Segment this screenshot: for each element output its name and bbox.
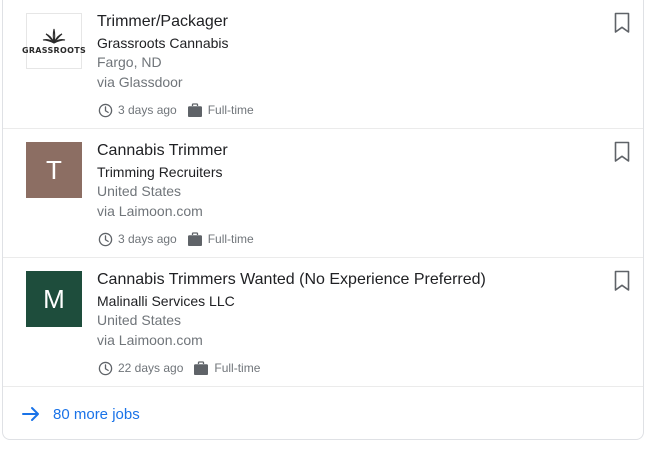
more-jobs-link[interactable]: 80 more jobs <box>3 388 643 440</box>
arrow-right-icon <box>21 404 41 424</box>
posted-time: 3 days ago <box>118 103 177 117</box>
job-source: via Laimoon.com <box>97 332 203 348</box>
job-type: Full-time <box>207 103 254 117</box>
logo-text: GRASSROOTS <box>21 45 87 55</box>
jobs-card: GRASSROOTS Trimmer/Packager Grassroots C… <box>2 0 644 440</box>
clock-icon <box>97 231 113 247</box>
briefcase-icon <box>193 360 209 376</box>
briefcase-icon <box>187 102 203 118</box>
job-title[interactable]: Cannabis Trimmers Wanted (No Experience … <box>97 271 486 289</box>
company-name: Grassroots Cannabis <box>97 35 229 51</box>
job-listing[interactable]: M Cannabis Trimmers Wanted (No Experienc… <box>3 258 643 387</box>
job-listing[interactable]: GRASSROOTS Trimmer/Packager Grassroots C… <box>3 0 643 129</box>
job-meta: 3 days ago Full-time <box>97 101 254 119</box>
logo-letter: M <box>43 283 65 314</box>
logo-letter: T <box>46 154 62 185</box>
posted-time: 22 days ago <box>118 361 184 375</box>
clock-icon <box>97 360 113 376</box>
job-type: Full-time <box>214 361 261 375</box>
company-name: Malinalli Services LLC <box>97 293 235 309</box>
job-meta: 22 days ago Full-time <box>97 359 260 377</box>
cannabis-leaf-icon <box>42 28 66 43</box>
briefcase-icon <box>187 231 203 247</box>
job-source: via Laimoon.com <box>97 203 203 219</box>
job-location: United States <box>97 312 182 328</box>
bookmark-icon[interactable] <box>613 12 631 34</box>
job-listing[interactable]: T Cannabis Trimmer Trimming Recruiters U… <box>3 129 643 258</box>
job-location: United States <box>97 183 182 199</box>
bookmark-icon[interactable] <box>613 141 631 163</box>
company-logo: GRASSROOTS <box>22 13 86 69</box>
posted-time: 3 days ago <box>118 232 177 246</box>
job-location: Fargo, ND <box>97 54 162 70</box>
job-meta: 3 days ago Full-time <box>97 230 254 248</box>
company-logo: T <box>26 142 82 198</box>
company-name: Trimming Recruiters <box>97 164 223 180</box>
more-jobs-label[interactable]: 80 more jobs <box>53 406 140 423</box>
clock-icon <box>97 102 113 118</box>
job-title[interactable]: Trimmer/Packager <box>97 13 228 31</box>
bookmark-icon[interactable] <box>613 270 631 292</box>
job-title[interactable]: Cannabis Trimmer <box>97 142 228 160</box>
company-logo: M <box>26 271 82 327</box>
job-source: via Glassdoor <box>97 74 183 90</box>
job-type: Full-time <box>207 232 254 246</box>
